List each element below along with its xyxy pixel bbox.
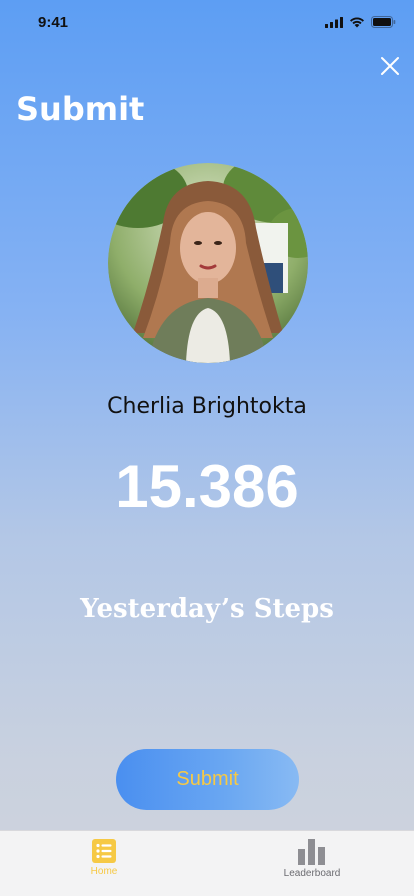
status-time: 9:41 xyxy=(38,14,69,31)
status-icons xyxy=(325,16,396,28)
user-name: Cherlia Brightokta xyxy=(107,394,307,419)
signal-icon xyxy=(325,16,343,28)
status-bar: 9:41 xyxy=(0,0,414,44)
bar-chart-icon xyxy=(298,839,325,865)
tab-home-label: Home xyxy=(90,866,118,877)
tab-home[interactable]: Home xyxy=(44,837,164,887)
step-count: 15.386 xyxy=(115,453,299,520)
wifi-icon xyxy=(350,17,364,27)
tab-leaderboard[interactable]: Leaderboard xyxy=(252,837,372,887)
avatar-photo xyxy=(108,163,308,363)
avatar xyxy=(108,163,308,363)
list-icon xyxy=(92,839,116,863)
submit-button[interactable]: Submit xyxy=(116,749,299,810)
battery-icon xyxy=(371,16,396,28)
close-icon xyxy=(381,57,399,75)
tab-bar: Home Leaderboard xyxy=(0,830,414,896)
tab-leaderboard-label: Leaderboard xyxy=(283,868,341,879)
steps-label: Yesterday’s Steps xyxy=(80,594,334,624)
close-button[interactable] xyxy=(378,54,402,78)
page-title: Submit xyxy=(16,90,145,128)
